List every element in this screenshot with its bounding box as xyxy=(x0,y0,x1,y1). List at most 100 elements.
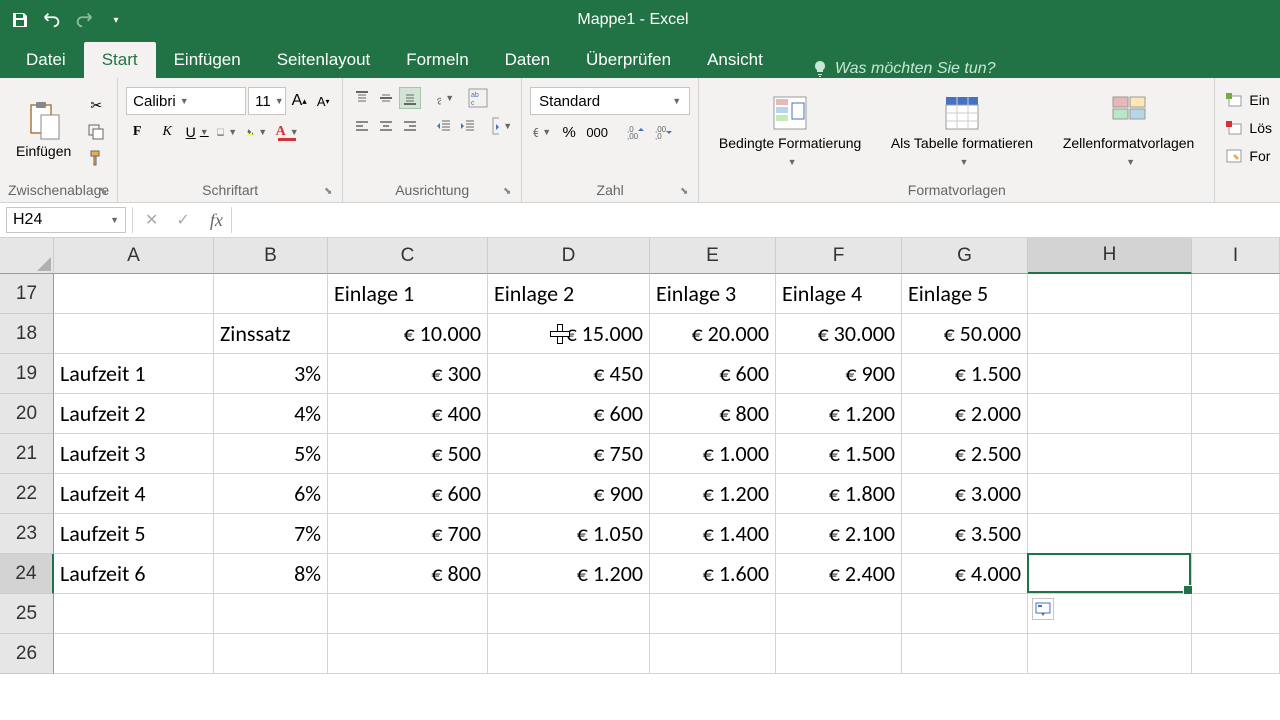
cell-C20[interactable]: € 400 xyxy=(328,394,488,434)
qat-customize-icon[interactable]: ▾ xyxy=(106,10,126,30)
delete-cells-icon[interactable] xyxy=(1223,117,1245,139)
cell-C24[interactable]: € 800 xyxy=(328,554,488,594)
cell-G18[interactable]: € 50.000 xyxy=(902,314,1028,354)
bold-icon[interactable]: F xyxy=(126,121,148,143)
cell-C23[interactable]: € 700 xyxy=(328,514,488,554)
tab-ueberpruefen[interactable]: Überprüfen xyxy=(568,42,689,78)
undo-icon[interactable] xyxy=(42,10,62,30)
format-as-table-button[interactable]: Als Tabelle formatieren ▼ xyxy=(879,83,1045,180)
cell-H26[interactable] xyxy=(1028,634,1192,674)
cell-G20[interactable]: € 2.000 xyxy=(902,394,1028,434)
cell-D22[interactable]: € 900 xyxy=(488,474,650,514)
decrease-indent-icon[interactable] xyxy=(433,115,455,137)
cell-I18[interactable] xyxy=(1192,314,1280,354)
fx-icon[interactable]: fx xyxy=(202,210,231,231)
cell-F23[interactable]: € 2.100 xyxy=(776,514,902,554)
cell-E25[interactable] xyxy=(650,594,776,634)
formula-input[interactable] xyxy=(232,207,1280,233)
redo-icon[interactable] xyxy=(74,10,94,30)
cell-C17[interactable]: Einlage 1 xyxy=(328,274,488,314)
row-header-21[interactable]: 21 xyxy=(0,434,54,474)
cell-H20[interactable] xyxy=(1028,394,1192,434)
cell-I25[interactable] xyxy=(1192,594,1280,634)
cell-E22[interactable]: € 1.200 xyxy=(650,474,776,514)
tab-formeln[interactable]: Formeln xyxy=(388,42,486,78)
col-header-F[interactable]: F xyxy=(776,238,902,274)
cell-A25[interactable] xyxy=(54,594,214,634)
cell-F22[interactable]: € 1.800 xyxy=(776,474,902,514)
cell-I21[interactable] xyxy=(1192,434,1280,474)
cell-D24[interactable]: € 1.200 xyxy=(488,554,650,594)
align-right-icon[interactable] xyxy=(399,115,421,137)
tab-ansicht[interactable]: Ansicht xyxy=(689,42,781,78)
cell-A21[interactable]: Laufzeit 3 xyxy=(54,434,214,474)
cell-D17[interactable]: Einlage 2 xyxy=(488,274,650,314)
increase-font-icon[interactable]: A▴ xyxy=(288,90,310,112)
cell-I24[interactable] xyxy=(1192,554,1280,594)
underline-icon[interactable]: U▼ xyxy=(186,121,208,143)
align-top-icon[interactable] xyxy=(351,87,373,109)
cell-D20[interactable]: € 600 xyxy=(488,394,650,434)
cell-B25[interactable] xyxy=(214,594,328,634)
font-name-select[interactable]: Calibri▼ xyxy=(126,87,246,115)
cell-G25[interactable] xyxy=(902,594,1028,634)
cell-B19[interactable]: 3% xyxy=(214,354,328,394)
cell-E17[interactable]: Einlage 3 xyxy=(650,274,776,314)
comma-format-icon[interactable]: 000 xyxy=(586,121,608,143)
cell-C19[interactable]: € 300 xyxy=(328,354,488,394)
cell-B17[interactable] xyxy=(214,274,328,314)
cell-A26[interactable] xyxy=(54,634,214,674)
cancel-icon[interactable]: ✕ xyxy=(145,210,158,230)
cell-A20[interactable]: Laufzeit 2 xyxy=(54,394,214,434)
conditional-formatting-button[interactable]: Bedingte Formatierung ▼ xyxy=(707,83,873,180)
decrease-font-icon[interactable]: A▾ xyxy=(312,90,334,112)
font-color-icon[interactable]: A ▼ xyxy=(276,121,298,143)
row-header-26[interactable]: 26 xyxy=(0,634,54,674)
cell-E20[interactable]: € 800 xyxy=(650,394,776,434)
format-painter-icon[interactable] xyxy=(85,147,107,169)
row-header-22[interactable]: 22 xyxy=(0,474,54,514)
cell-G24[interactable]: € 4.000 xyxy=(902,554,1028,594)
tell-me-search[interactable]: Was möchten Sie tun? xyxy=(811,60,996,78)
copy-icon[interactable] xyxy=(85,121,107,143)
name-box[interactable]: H24▼ xyxy=(6,207,126,233)
cell-B20[interactable]: 4% xyxy=(214,394,328,434)
tab-daten[interactable]: Daten xyxy=(487,42,568,78)
row-header-18[interactable]: 18 xyxy=(0,314,54,354)
cell-A23[interactable]: Laufzeit 5 xyxy=(54,514,214,554)
cell-F21[interactable]: € 1.500 xyxy=(776,434,902,474)
cell-E24[interactable]: € 1.600 xyxy=(650,554,776,594)
accounting-format-icon[interactable]: €▼ xyxy=(530,121,552,143)
cell-H23[interactable] xyxy=(1028,514,1192,554)
format-cells-icon[interactable] xyxy=(1223,145,1245,167)
cell-H21[interactable] xyxy=(1028,434,1192,474)
cell-I20[interactable] xyxy=(1192,394,1280,434)
cell-B23[interactable]: 7% xyxy=(214,514,328,554)
cell-B26[interactable] xyxy=(214,634,328,674)
fill-color-icon[interactable]: ▼ xyxy=(246,121,268,143)
number-format-select[interactable]: Standard▼ xyxy=(530,87,690,115)
cell-A18[interactable] xyxy=(54,314,214,354)
cell-styles-button[interactable]: Zellenformatvorlagen ▼ xyxy=(1051,83,1207,180)
row-header-24[interactable]: 24 xyxy=(0,554,54,594)
tab-einfuegen[interactable]: Einfügen xyxy=(156,42,259,78)
cell-B18[interactable]: Zinssatz xyxy=(214,314,328,354)
cell-A19[interactable]: Laufzeit 1 xyxy=(54,354,214,394)
launcher-icon[interactable]: ⬊ xyxy=(322,186,334,198)
cell-G21[interactable]: € 2.500 xyxy=(902,434,1028,474)
cell-D25[interactable] xyxy=(488,594,650,634)
cell-F18[interactable]: € 30.000 xyxy=(776,314,902,354)
cell-E23[interactable]: € 1.400 xyxy=(650,514,776,554)
row-header-17[interactable]: 17 xyxy=(0,274,54,314)
col-header-B[interactable]: B xyxy=(214,238,328,274)
cell-A17[interactable] xyxy=(54,274,214,314)
cell-F25[interactable] xyxy=(776,594,902,634)
col-header-H[interactable]: H xyxy=(1028,238,1192,274)
align-bottom-icon[interactable] xyxy=(399,87,421,109)
cell-E21[interactable]: € 1.000 xyxy=(650,434,776,474)
cell-G23[interactable]: € 3.500 xyxy=(902,514,1028,554)
col-header-E[interactable]: E xyxy=(650,238,776,274)
cell-H17[interactable] xyxy=(1028,274,1192,314)
cell-I23[interactable] xyxy=(1192,514,1280,554)
cell-F20[interactable]: € 1.200 xyxy=(776,394,902,434)
